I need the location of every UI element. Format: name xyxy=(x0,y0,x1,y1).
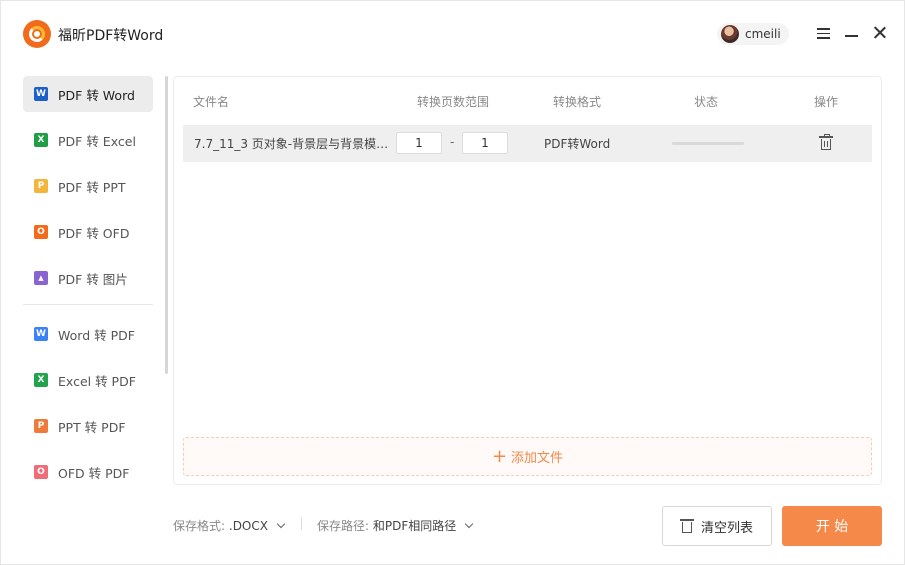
save-path-value: 和PDF相同路径 xyxy=(372,519,457,533)
chevron-down-icon xyxy=(464,519,474,529)
sidebar-item-label: Excel 转 PDF xyxy=(58,373,136,389)
header-action: 操作 xyxy=(814,95,839,109)
sidebar-item-label: OFD 转 PDF xyxy=(58,465,130,481)
sidebar-item-pdf-to-excel[interactable]: X PDF 转 Excel xyxy=(23,122,153,158)
header-format: 转换格式 xyxy=(553,95,602,109)
ppt-doc-icon: P xyxy=(34,419,48,433)
ofd-icon: O xyxy=(34,225,48,239)
header-filename: 文件名 xyxy=(193,95,230,109)
ppt-icon: P xyxy=(34,179,48,193)
save-format-label: 保存格式: xyxy=(173,519,226,533)
app-logo-icon xyxy=(23,20,51,48)
file-list-panel: 文件名 转换页数范围 转换格式 状态 操作 7.7_11_3 页对象-背景层与背… xyxy=(173,76,882,485)
word-doc-icon: W xyxy=(34,327,48,341)
menu-icon[interactable] xyxy=(816,25,832,41)
range-dash: - xyxy=(450,135,455,149)
sidebar-item-label: PDF 转 OFD xyxy=(58,225,130,241)
save-format-value: .DOCX xyxy=(228,519,268,533)
minimize-icon[interactable] xyxy=(844,25,860,41)
header-page-range: 转换页数范围 xyxy=(417,95,490,109)
add-file-label: 添加文件 xyxy=(511,451,564,466)
ofd-doc-icon: O xyxy=(34,465,48,479)
sidebar-item-label: Word 转 PDF xyxy=(58,327,135,343)
page-from-input[interactable]: 1 xyxy=(396,132,442,154)
excel-icon: X xyxy=(34,133,48,147)
close-icon[interactable] xyxy=(872,25,888,41)
user-account[interactable]: cmeili xyxy=(717,23,789,45)
username: cmeili xyxy=(745,27,781,41)
delete-icon[interactable] xyxy=(819,134,833,150)
title-bar: 福昕PDF转Word cmeili xyxy=(1,1,904,65)
chevron-down-icon xyxy=(276,519,286,529)
image-icon: ▲ xyxy=(34,271,48,285)
table-header: 文件名 转换页数范围 转换格式 状态 操作 xyxy=(174,77,881,123)
sidebar-item-excel-to-pdf[interactable]: X Excel 转 PDF xyxy=(23,362,153,398)
sidebar-item-ppt-to-pdf[interactable]: P PPT 转 PDF xyxy=(23,408,153,444)
avatar xyxy=(721,25,739,43)
app-window: 福昕PDF转Word cmeili W PDF 转 Word X PDF 转 E… xyxy=(0,0,905,565)
trash-icon xyxy=(679,519,694,533)
status-progress-bar xyxy=(672,142,744,145)
clear-list-button[interactable]: 清空列表 xyxy=(662,506,772,546)
sidebar-item-label: PDF 转 Word xyxy=(58,87,135,103)
file-name: 7.7_11_3 页对象-背景层与背景模板.pdf xyxy=(194,137,394,151)
sidebar-item-pdf-to-ofd[interactable]: O PDF 转 OFD xyxy=(23,214,153,250)
plus-icon: + xyxy=(491,445,508,467)
sidebar-item-label: PDF 转 Excel xyxy=(58,133,136,149)
sidebar-item-word-to-pdf[interactable]: W Word 转 PDF xyxy=(23,316,153,352)
sidebar-item-pdf-to-image[interactable]: ▲ PDF 转 图片 xyxy=(23,260,153,296)
sidebar-item-pdf-to-ppt[interactable]: P PDF 转 PPT xyxy=(23,168,153,204)
excel-doc-icon: X xyxy=(34,373,48,387)
sidebar-item-label: PDF 转 PPT xyxy=(58,179,126,195)
add-file-button[interactable]: + 添加文件 xyxy=(183,437,872,476)
sidebar-item-pdf-to-word[interactable]: W PDF 转 Word xyxy=(23,76,153,112)
clear-list-label: 清空列表 xyxy=(700,520,753,536)
save-format-select[interactable]: 保存格式: .DOCX xyxy=(173,517,286,534)
header-status: 状态 xyxy=(694,95,719,109)
save-path-select[interactable]: 保存路径: 和PDF相同路径 xyxy=(317,517,474,534)
page-to-input[interactable]: 1 xyxy=(462,132,508,154)
footer-divider xyxy=(301,517,302,530)
save-path-label: 保存路径: xyxy=(317,519,370,533)
sidebar-divider xyxy=(23,304,153,305)
start-button[interactable]: 开 始 xyxy=(782,506,882,546)
sidebar-item-label: PDF 转 图片 xyxy=(58,271,128,287)
word-icon: W xyxy=(34,87,48,101)
sidebar-scrollbar[interactable] xyxy=(165,76,168,374)
sidebar-item-ofd-to-pdf[interactable]: O OFD 转 PDF xyxy=(23,454,153,490)
table-row: 7.7_11_3 页对象-背景层与背景模板.pdf 1 - 1 PDF转Word xyxy=(183,125,872,162)
sidebar: W PDF 转 Word X PDF 转 Excel P PDF 转 PPT O… xyxy=(23,76,153,500)
convert-format: PDF转Word xyxy=(544,137,611,151)
app-title: 福昕PDF转Word xyxy=(58,28,164,44)
sidebar-item-label: PPT 转 PDF xyxy=(58,419,126,435)
